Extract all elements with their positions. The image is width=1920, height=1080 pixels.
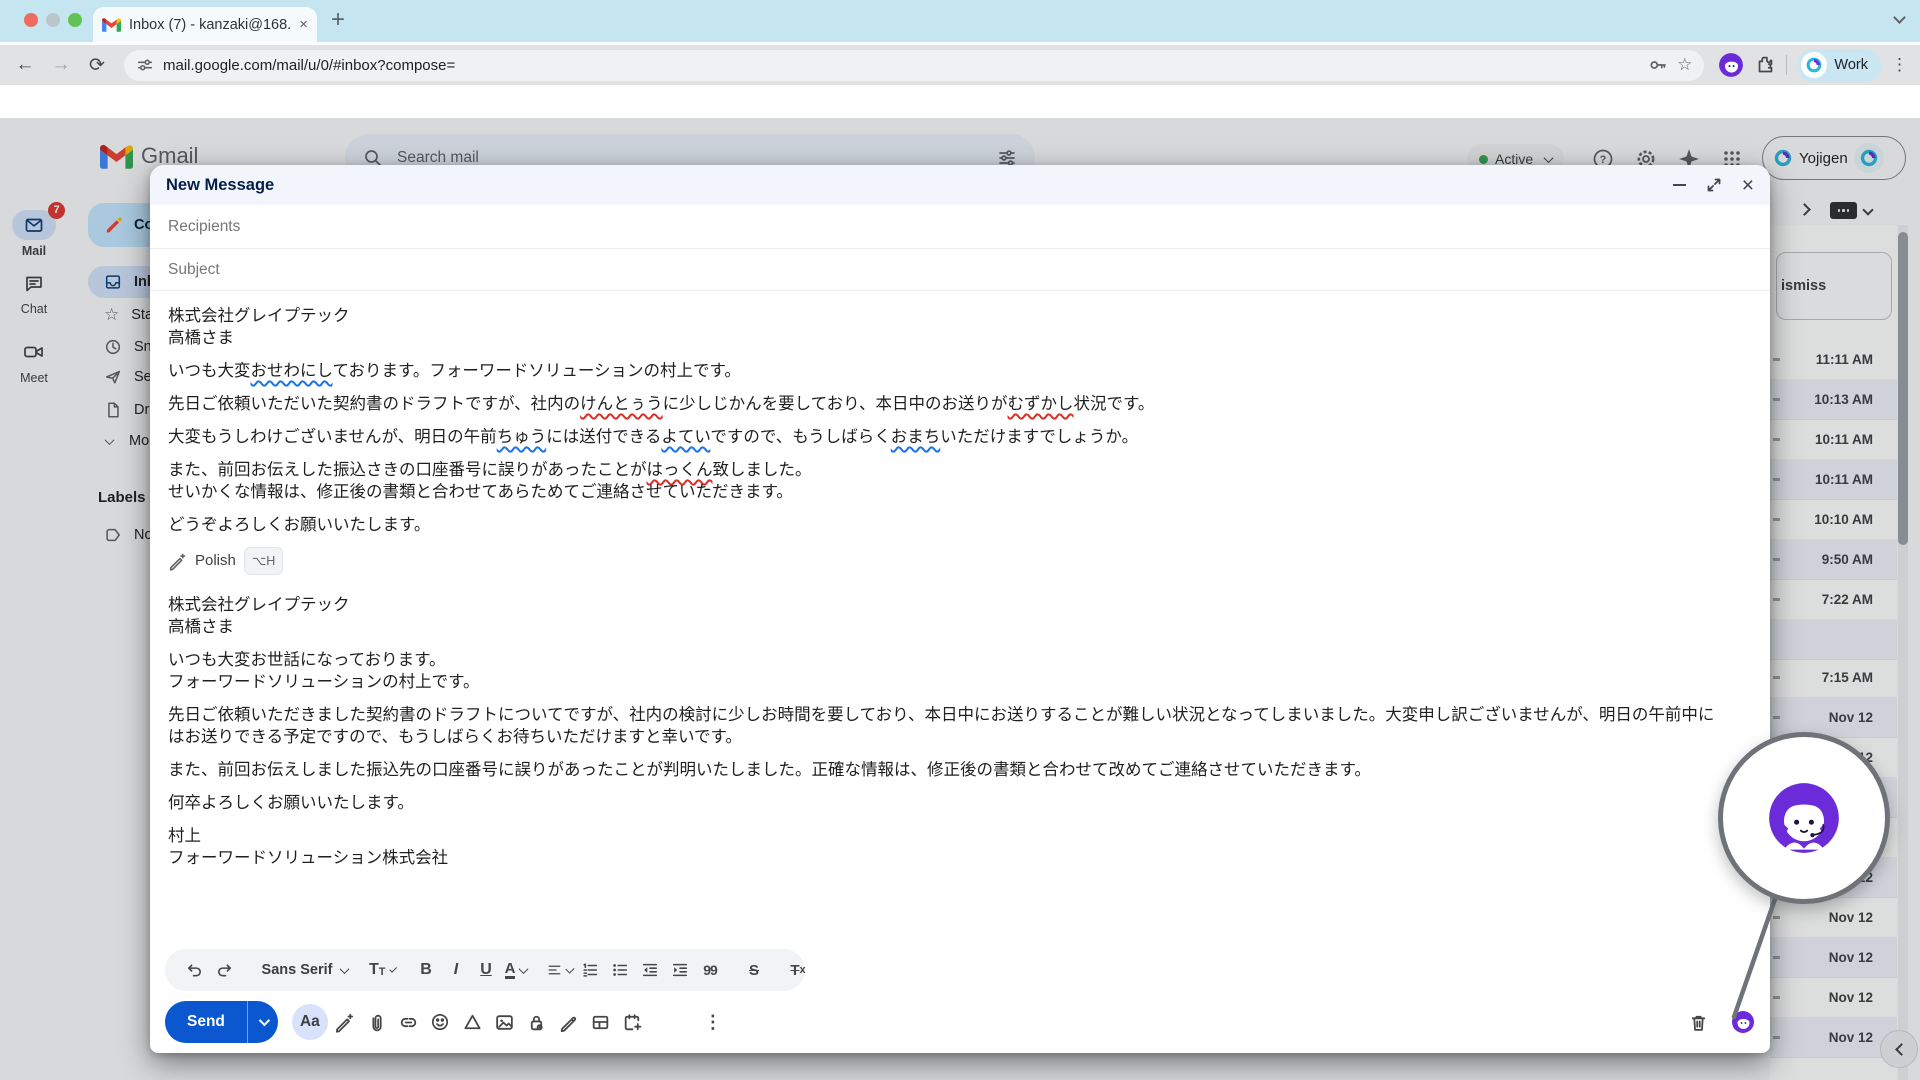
new-tab-button[interactable]: +: [331, 6, 345, 34]
profile-avatar: [1801, 52, 1827, 78]
back-button[interactable]: ←: [12, 54, 38, 76]
indent-less-icon[interactable]: [637, 956, 663, 984]
indent-more-icon[interactable]: [667, 956, 693, 984]
chevron-down-icon: [340, 964, 350, 974]
tab-close-icon[interactable]: ×: [299, 17, 308, 32]
send-button[interactable]: Send: [165, 1001, 278, 1043]
polish-suggestion-row[interactable]: Polish ⌥H: [168, 548, 1730, 574]
insert-photo-icon[interactable]: [490, 1007, 520, 1037]
chevron-down-icon: [519, 964, 529, 974]
reload-button[interactable]: ⟳: [84, 54, 110, 77]
compose-window: New Message × Recipients Subject 株式会社グレイ…: [150, 165, 1770, 1053]
message-body[interactable]: 株式会社グレイプテック高橋さまいつも大変おせわにしております。フォーワードソリュ…: [150, 291, 1750, 869]
send-label: Send: [165, 1013, 247, 1031]
formatting-toolbar: Sans Serif TT B I U A: [165, 949, 805, 991]
subject-field[interactable]: Subject: [150, 249, 1770, 291]
insert-emoji-icon[interactable]: [426, 1007, 456, 1037]
browser-toolbar: ← → ⟳ mail.google.com/mail/u/0/#inbox?co…: [0, 42, 1920, 85]
attach-file-icon[interactable]: [362, 1007, 392, 1037]
redo-icon[interactable]: [211, 956, 237, 984]
browser-tab[interactable]: Inbox (7) - kanzaki@168.toky ×: [93, 7, 317, 42]
magnifier-pointer-line: [1725, 890, 1785, 1025]
compose-action-bar: Send Aa: [165, 1000, 1755, 1044]
polish-shortcut-badge: ⌥H: [244, 547, 283, 575]
confidential-lock-icon[interactable]: [522, 1007, 552, 1037]
address-bar[interactable]: mail.google.com/mail/u/0/#inbox?compose=…: [124, 50, 1704, 81]
window-zoom-button[interactable]: [68, 13, 82, 27]
compose-title: New Message: [166, 176, 1673, 195]
assistant-extension-icon[interactable]: [1718, 52, 1744, 78]
chevron-down-icon: [259, 1015, 270, 1026]
formatting-options-button[interactable]: Aa: [292, 1004, 328, 1040]
screen: Inbox (7) - kanzaki@168.toky × + ← → ⟳ m…: [0, 0, 1920, 1080]
signature-pen-icon[interactable]: [554, 1007, 584, 1037]
bold-button[interactable]: B: [413, 956, 439, 984]
text-size-button[interactable]: TT: [369, 956, 395, 984]
compose-header[interactable]: New Message ×: [150, 165, 1770, 205]
chevron-down-icon: [389, 965, 397, 973]
help-me-write-icon[interactable]: [330, 1007, 360, 1037]
insert-link-icon[interactable]: [394, 1007, 424, 1037]
assistant-mascot-icon: [1766, 780, 1842, 856]
gmail-page: Gmail Search mail Active ?: [0, 85, 1920, 1080]
browser-menu-icon[interactable]: ⋮: [1891, 55, 1908, 75]
numbered-list-icon[interactable]: [577, 956, 603, 984]
gmail-favicon-icon: [102, 17, 121, 32]
recipients-field[interactable]: Recipients: [150, 205, 1770, 249]
undo-icon[interactable]: [181, 956, 207, 984]
magnifier-circle: [1718, 732, 1890, 904]
profile-label: Work: [1834, 57, 1868, 73]
underline-button[interactable]: U: [473, 956, 499, 984]
forward-button[interactable]: →: [48, 54, 74, 76]
close-icon[interactable]: ×: [1742, 175, 1754, 196]
bookmark-star-icon[interactable]: ☆: [1677, 55, 1692, 75]
bulleted-list-icon[interactable]: [607, 956, 633, 984]
send-options-button[interactable]: [248, 1018, 278, 1026]
italic-button[interactable]: I: [443, 956, 469, 984]
macos-titlebar: Inbox (7) - kanzaki@168.toky × +: [0, 0, 1920, 42]
url-text: mail.google.com/mail/u/0/#inbox?compose=: [163, 57, 455, 74]
font-select[interactable]: Sans Serif: [255, 956, 351, 984]
more-options-icon[interactable]: ⋮: [700, 1008, 726, 1036]
tab-title: Inbox (7) - kanzaki@168.toky: [129, 17, 291, 33]
delete-draft-icon[interactable]: [1683, 1007, 1713, 1037]
draft-text: 株式会社グレイプテック高橋さまいつも大変おせわにしております。フォーワードソリュ…: [168, 305, 1730, 536]
popout-icon[interactable]: [1706, 177, 1722, 193]
site-info-icon[interactable]: [136, 56, 154, 74]
drive-icon[interactable]: [458, 1007, 488, 1037]
align-button[interactable]: [547, 956, 573, 984]
window-minimize-button[interactable]: [46, 13, 60, 27]
chevron-down-icon: [565, 964, 574, 973]
extensions-puzzle-icon[interactable]: [1754, 54, 1776, 76]
polished-text: 株式会社グレイプテック高橋さまいつも大変お世話になっております。フォーワードソリ…: [168, 594, 1730, 869]
window-close-button[interactable]: [24, 13, 38, 27]
toolbar-divider: [1786, 55, 1787, 75]
table-icon[interactable]: [586, 1007, 616, 1037]
quote-icon[interactable]: 99: [697, 956, 723, 984]
tab-search-icon[interactable]: [1893, 11, 1906, 24]
minimize-icon[interactable]: [1673, 184, 1686, 187]
strikethrough-icon[interactable]: S: [741, 956, 767, 984]
schedule-meet-icon[interactable]: [618, 1007, 648, 1037]
polish-label: Polish: [195, 550, 236, 572]
polish-pen-sparkle-icon: [168, 552, 187, 571]
password-key-icon[interactable]: [1648, 55, 1668, 75]
profile-chip[interactable]: Work: [1797, 49, 1881, 82]
remove-formatting-icon[interactable]: Tx: [785, 956, 811, 984]
text-color-button[interactable]: A: [503, 956, 529, 984]
